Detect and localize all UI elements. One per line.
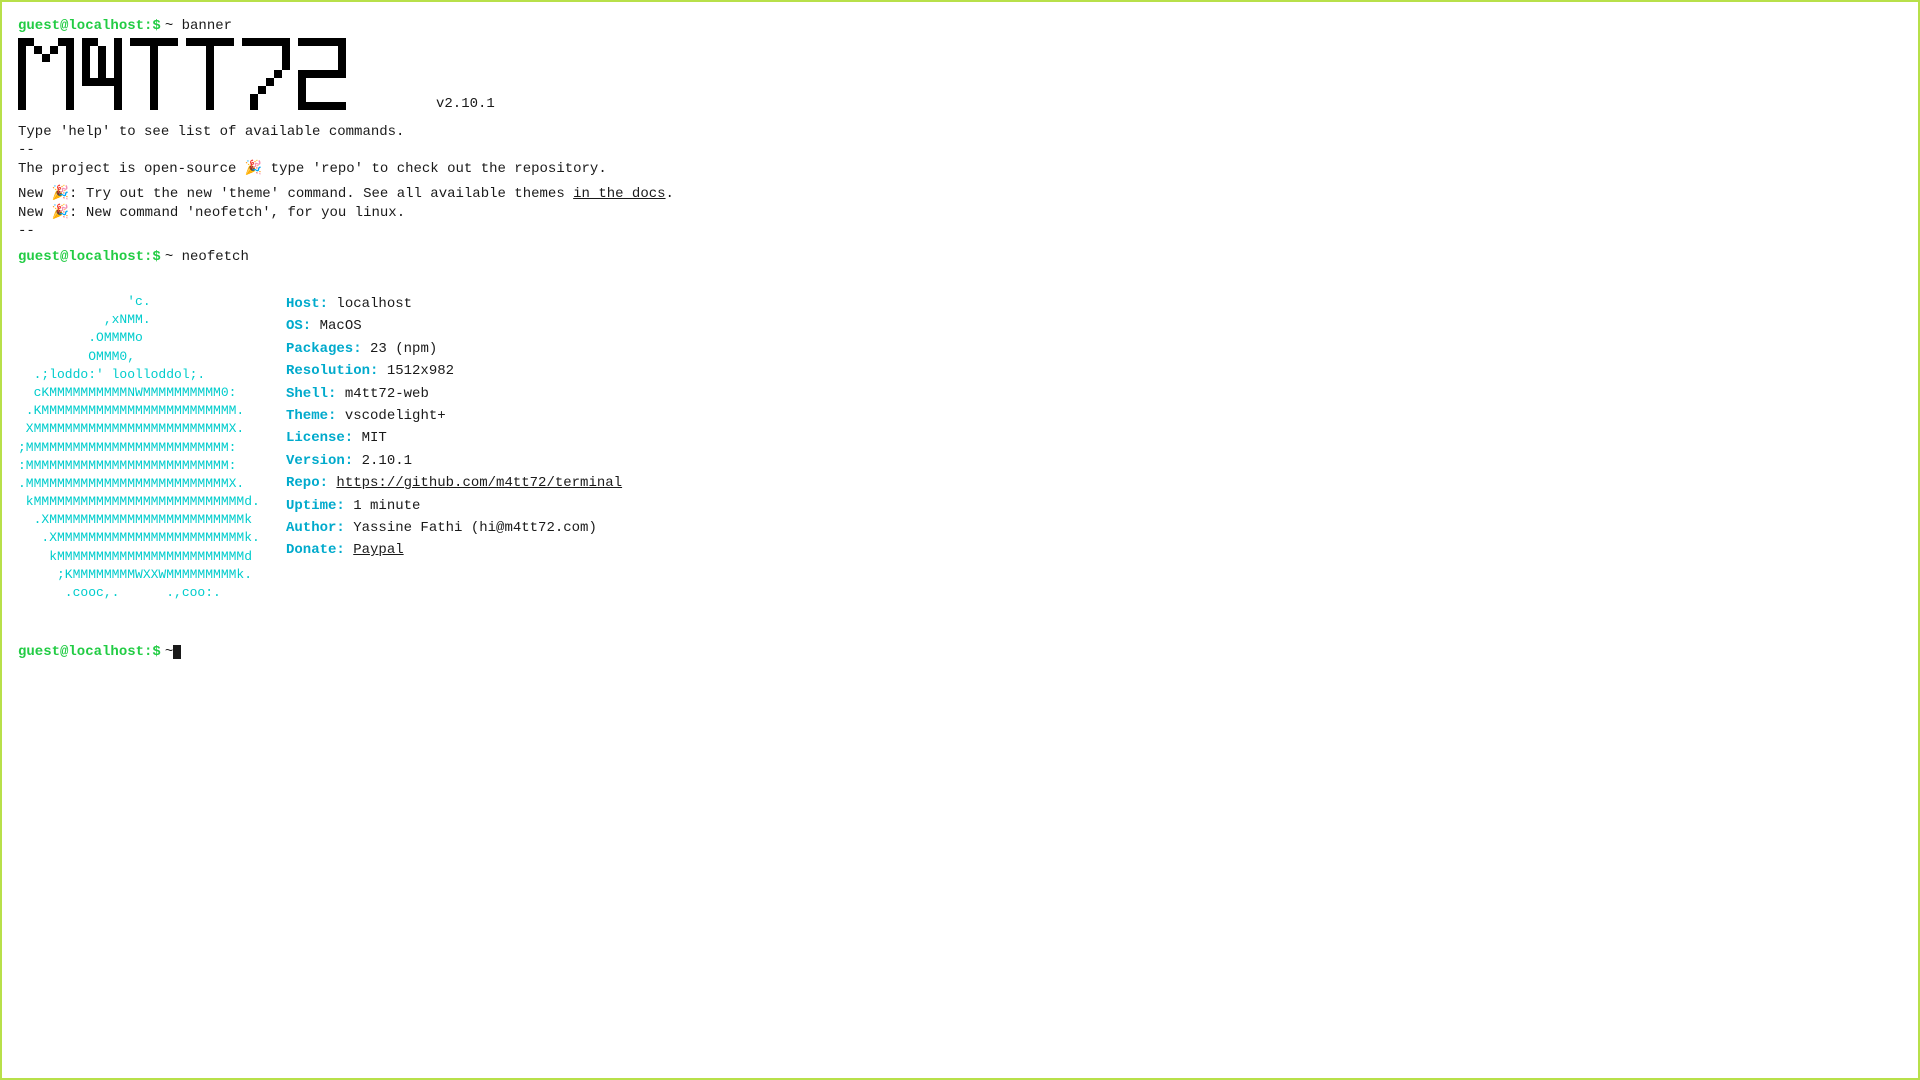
host-value: localhost — [336, 293, 412, 315]
prompt-final: guest@localhost:$ — [18, 644, 161, 660]
repo-link[interactable]: https://github.com/m4tt72/terminal — [336, 472, 622, 494]
banner-new1-end: . — [666, 186, 674, 202]
os-value: MacOS — [320, 315, 362, 337]
packages-value: 23 (npm) — [370, 338, 437, 360]
banner-ascii-art — [18, 38, 428, 118]
neofetch-section: 'c. ,xNMM. .OMMMMo OMMM0, .;loddo:' lool… — [18, 293, 1902, 620]
version-value: 2.10.1 — [362, 450, 412, 472]
donate-link[interactable]: Paypal — [353, 539, 403, 561]
uptime-value: 1 minute — [353, 495, 420, 517]
theme-label: Theme: — [286, 405, 336, 427]
info-row-uptime: Uptime: 1 minute — [286, 495, 622, 517]
author-label: Author: — [286, 517, 345, 539]
neofetch-logo: 'c. ,xNMM. .OMMMMo OMMM0, .;loddo:' lool… — [18, 293, 278, 620]
uptime-label: Uptime: — [286, 495, 345, 517]
banner-opensource: The project is open-source 🎉 type 'repo'… — [18, 160, 1902, 177]
license-value: MIT — [362, 427, 387, 449]
banner-separator2: -- — [18, 223, 1902, 239]
info-row-resolution: Resolution: 1512x982 — [286, 360, 622, 382]
command-line-banner: guest@localhost:$ ~ banner — [18, 18, 1902, 34]
shell-label: Shell: — [286, 383, 336, 405]
repo-label: Repo: — [286, 472, 328, 494]
info-row-os: OS: MacOS — [286, 315, 622, 337]
info-row-author: Author: Yassine Fathi (hi@m4tt72.com) — [286, 517, 622, 539]
command-line-final: guest@localhost:$ ~ — [18, 644, 1902, 660]
command-neofetch-text: ~ neofetch — [165, 249, 249, 265]
banner-separator1: -- — [18, 142, 1902, 158]
info-row-host: Host: localhost — [286, 293, 622, 315]
prompt-neofetch: guest@localhost:$ — [18, 249, 161, 265]
donate-label: Donate: — [286, 539, 345, 561]
neofetch-info: Host: localhost OS: MacOS Packages: 23 (… — [278, 293, 622, 620]
license-label: License: — [286, 427, 353, 449]
version-label: Version: — [286, 450, 353, 472]
prompt-banner: guest@localhost:$ — [18, 18, 161, 34]
info-row-theme: Theme: vscodelight+ — [286, 405, 622, 427]
resolution-value: 1512x982 — [387, 360, 454, 382]
banner-art-container: v2.10.1 — [18, 38, 1902, 120]
info-row-packages: Packages: 23 (npm) — [286, 338, 622, 360]
terminal-window: guest@localhost:$ ~ banner — [18, 18, 1902, 1058]
theme-value: vscodelight+ — [345, 405, 446, 427]
os-label: OS: — [286, 315, 311, 337]
banner-version: v2.10.1 — [436, 96, 495, 112]
banner-help-text: Type 'help' to see list of available com… — [18, 124, 1902, 140]
host-label: Host: — [286, 293, 328, 315]
banner-new1-text: New 🎉: Try out the new 'theme' command. … — [18, 186, 565, 202]
author-value: Yassine Fathi (hi@m4tt72.com) — [353, 517, 597, 539]
terminal-cursor — [173, 645, 181, 659]
info-row-license: License: MIT — [286, 427, 622, 449]
command-banner-text: ~ banner — [165, 18, 232, 34]
banner-new1: New 🎉: Try out the new 'theme' command. … — [18, 185, 1902, 202]
info-row-repo: Repo: https://github.com/m4tt72/terminal — [286, 472, 622, 494]
command-final-text: ~ — [165, 644, 173, 660]
info-row-donate: Donate: Paypal — [286, 539, 622, 561]
command-line-neofetch: guest@localhost:$ ~ neofetch — [18, 249, 1902, 265]
resolution-label: Resolution: — [286, 360, 378, 382]
info-row-shell: Shell: m4tt72-web — [286, 383, 622, 405]
shell-value: m4tt72-web — [345, 383, 429, 405]
banner-new2: New 🎉: New command 'neofetch', for you l… — [18, 204, 1902, 221]
in-the-docs-link[interactable]: in the docs — [573, 186, 665, 202]
info-row-version: Version: 2.10.1 — [286, 450, 622, 472]
packages-label: Packages: — [286, 338, 362, 360]
